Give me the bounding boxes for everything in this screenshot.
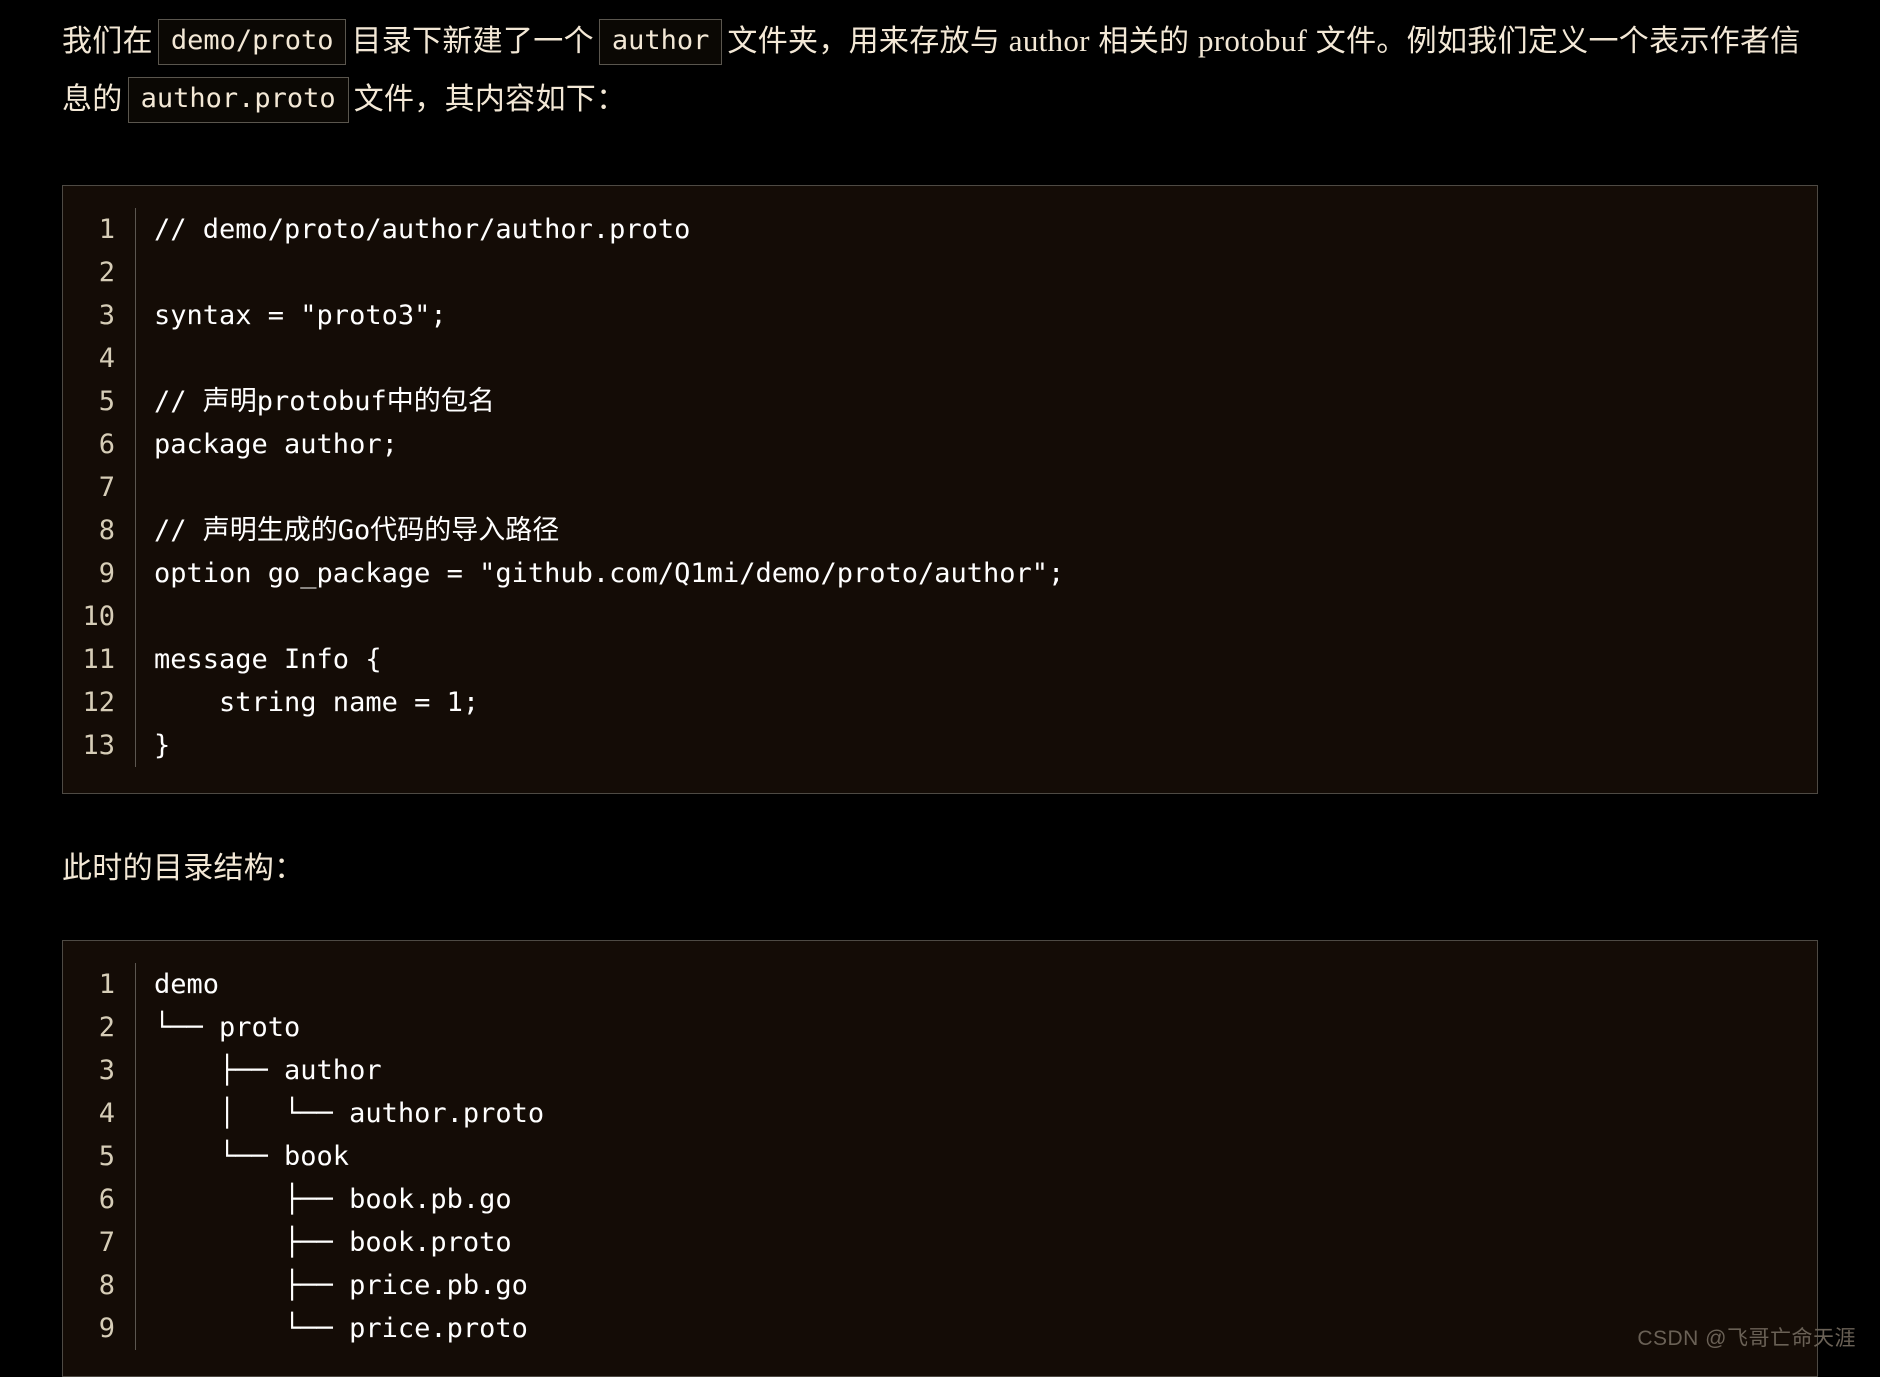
line-number: 3 [98,300,115,331]
intro-paragraph: 我们在 demo/proto 目录下新建了一个 author 文件夹，用来存放与 aut… [0,0,1880,129]
code-line: └── proto [154,1012,301,1043]
code-line: // demo/proto/author/author.proto [154,214,691,245]
article-page: 我们在 demo/proto 目录下新建了一个 author 文件夹，用来存放与 aut… [0,0,1880,1377]
code-line: package author; [154,429,398,460]
code-block-author-proto: 1 2 3 4 5 6 7 8 9 10 11 12 13 // demo/proto/author/a… [62,185,1818,794]
line-number: 4 [98,1098,115,1129]
intro-text-3: 文件夹，用来存放与 [727,25,1001,58]
dir-structure-label: 此时的目录结构： [62,852,305,885]
line-number: 11 [82,644,115,675]
code-block-directory-tree: 1 2 3 4 5 6 7 8 9 demo └── proto ├── author │ └──… [62,940,1818,1377]
spacer-above-code-tree [0,898,1880,940]
code-line: └── book [154,1141,350,1172]
code-line: │ └── author.proto [154,1098,545,1129]
line-number: 12 [82,687,115,718]
code-line: ├── book.proto [154,1227,512,1258]
line-number-gutter-tree: 1 2 3 4 5 6 7 8 9 [63,963,135,1350]
code-content-proto[interactable]: // demo/proto/author/author.proto syntax … [136,208,1817,767]
line-number: 6 [98,1184,115,1215]
line-number: 6 [98,429,115,460]
intro-text-6: 文件，其内容如下： [353,83,627,116]
inline-code-demo-proto: demo/proto [157,19,347,65]
code-line: └── price.proto [154,1313,528,1344]
line-number: 13 [82,730,115,761]
code-line: // 声明protobuf中的包名 [154,386,495,417]
spacer-below-code-proto [0,794,1880,840]
spacer-above-code-proto [0,129,1880,185]
code-line: string name = 1; [154,687,480,718]
line-number: 2 [98,257,115,288]
line-number: 7 [98,472,115,503]
intro-text-4: 相关的 [1098,25,1190,58]
inline-code-author-proto: author.proto [127,77,349,123]
code-line: ├── author [154,1055,382,1086]
code-line: option go_package = "github.com/Q1mi/dem… [154,558,1065,589]
line-number: 1 [98,969,115,1000]
line-number: 1 [98,214,115,245]
csdn-watermark: CSDN @飞哥亡命天涯 [1637,1327,1856,1350]
intro-text-1: 我们在 [62,25,153,58]
code-line: syntax = "proto3"; [154,300,447,331]
line-number: 10 [82,601,115,632]
code-content-tree[interactable]: demo └── proto ├── author │ └── author.pr… [136,963,1817,1350]
line-number: 5 [98,386,115,417]
code-line: ├── book.pb.go [154,1184,512,1215]
line-number: 9 [98,558,115,589]
line-number: 8 [98,515,115,546]
intro-word-protobuf: protobuf [1197,23,1308,58]
code-line: // 声明生成的Go代码的导入路径 [154,515,560,546]
line-number: 9 [98,1313,115,1344]
code-line: ├── price.pb.go [154,1270,528,1301]
line-number-gutter-proto: 1 2 3 4 5 6 7 8 9 10 11 12 13 [63,208,135,767]
line-number: 7 [98,1227,115,1258]
code-line: message Info { [154,644,382,675]
line-number: 4 [98,343,115,374]
line-number: 3 [98,1055,115,1086]
inline-code-author: author [598,19,723,65]
code-line: demo [154,969,220,1000]
line-number: 2 [98,1012,115,1043]
intro-text-2: 目录下新建了一个 [351,25,594,58]
code-line: } [154,730,171,761]
dir-structure-label-paragraph: 此时的目录结构： [0,840,1880,898]
line-number: 8 [98,1270,115,1301]
line-number: 5 [98,1141,115,1172]
intro-word-author: author [1008,23,1090,58]
